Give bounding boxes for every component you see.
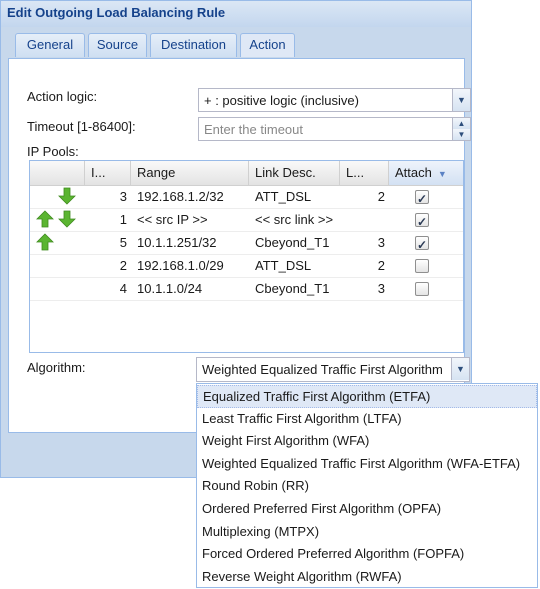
cell-attach xyxy=(389,208,463,231)
cell-attach xyxy=(389,231,463,254)
chevron-down-icon[interactable]: ▼ xyxy=(451,358,469,380)
algorithm-dropdown-list: Equalized Traffic First Algorithm (ETFA)… xyxy=(196,383,538,588)
header-attach[interactable]: Attach ▼ xyxy=(389,161,463,185)
cell-l: 3 xyxy=(377,281,385,296)
move-down-icon[interactable] xyxy=(58,187,76,205)
header-link-desc[interactable]: Link Desc. xyxy=(249,161,340,185)
algorithm-value: Weighted Equalized Traffic First Algorit… xyxy=(202,362,443,377)
cell-l: 3 xyxy=(377,235,385,250)
cell-link-desc: << src link >> xyxy=(255,212,334,227)
algorithm-option[interactable]: Forced Ordered Preferred Algorithm (FOPF… xyxy=(197,543,537,566)
spinner-down-icon[interactable]: ▼ xyxy=(452,129,470,140)
chevron-down-icon[interactable]: ▼ xyxy=(452,89,470,111)
cell-l: 2 xyxy=(377,258,385,273)
cell-attach xyxy=(389,185,463,208)
ip-pools-grid: I... Range Link Desc. L... Attach ▼ 3 192.… xyxy=(29,160,464,353)
tab-general[interactable]: General xyxy=(15,33,85,57)
cell-index: 4 xyxy=(119,281,127,296)
cell-range: 192.168.1.0/29 xyxy=(137,258,224,273)
row-move-arrows xyxy=(30,185,85,208)
table-row[interactable]: 5 10.1.1.251/32 Cbeyond_T1 3 xyxy=(30,231,463,255)
cell-index: 3 xyxy=(119,189,127,204)
move-up-icon[interactable] xyxy=(36,210,54,228)
algorithm-option[interactable]: Weight First Algorithm (WFA) xyxy=(197,430,537,453)
cell-link-desc: Cbeyond_T1 xyxy=(255,235,330,250)
algorithm-option[interactable]: Reverse Weight Algorithm (RWFA) xyxy=(197,566,537,589)
algorithm-select[interactable]: Weighted Equalized Traffic First Algorit… xyxy=(196,357,470,382)
ip-pools-label: IP Pools: xyxy=(27,144,79,159)
algorithm-option[interactable]: Multiplexing (MTPX) xyxy=(197,521,537,544)
header-arrows xyxy=(30,161,85,185)
header-range[interactable]: Range xyxy=(131,161,249,185)
cell-l xyxy=(340,208,389,231)
cell-link-desc: Cbeyond_T1 xyxy=(255,281,330,296)
tab-source[interactable]: Source xyxy=(88,33,147,57)
window-titlebar[interactable]: Edit Outgoing Load Balancing Rule xyxy=(1,1,471,27)
table-row[interactable]: 4 10.1.1.0/24 Cbeyond_T1 3 xyxy=(30,277,463,301)
tab-strip: General Source Destination Action xyxy=(7,29,465,59)
cell-range: 10.1.1.251/32 xyxy=(137,235,217,250)
algorithm-label: Algorithm: xyxy=(27,360,86,375)
row-move-arrows xyxy=(30,231,85,254)
sort-desc-icon: ▼ xyxy=(437,169,447,179)
algorithm-option[interactable]: Weighted Equalized Traffic First Algorit… xyxy=(197,453,537,476)
algorithm-option[interactable]: Ordered Preferred First Algorithm (OPFA) xyxy=(197,498,537,521)
row-move-arrows xyxy=(30,208,85,231)
tab-action[interactable]: Action xyxy=(240,33,295,57)
spinner-up-icon[interactable]: ▲ xyxy=(452,118,470,129)
tab-destination[interactable]: Destination xyxy=(150,33,237,57)
attach-checkbox[interactable] xyxy=(415,259,429,273)
window-title: Edit Outgoing Load Balancing Rule xyxy=(7,5,226,20)
action-logic-select[interactable]: + : positive logic (inclusive) ▼ xyxy=(198,88,471,112)
attach-checkbox[interactable] xyxy=(415,282,429,296)
cell-index: 1 xyxy=(119,212,127,227)
attach-checkbox[interactable] xyxy=(415,188,429,208)
move-up-icon[interactable] xyxy=(36,233,54,251)
cell-range: 192.168.1.2/32 xyxy=(137,189,224,204)
grid-header: I... Range Link Desc. L... Attach ▼ xyxy=(30,161,463,186)
timeout-label: Timeout [1-86400]: xyxy=(27,119,136,134)
action-logic-label: Action logic: xyxy=(27,89,98,104)
cell-range: 10.1.1.0/24 xyxy=(137,281,203,296)
cell-attach xyxy=(389,277,463,300)
header-attach-label: Attach xyxy=(395,165,432,180)
timeout-placeholder: Enter the timeout xyxy=(204,122,303,137)
cell-attach xyxy=(389,254,463,277)
cell-link-desc: ATT_DSL xyxy=(255,258,312,273)
header-l[interactable]: L... xyxy=(340,161,389,185)
attach-checkbox[interactable] xyxy=(415,234,429,254)
cell-index: 5 xyxy=(119,235,127,250)
move-down-icon[interactable] xyxy=(58,210,76,228)
header-index[interactable]: I... xyxy=(85,161,131,185)
attach-checkbox[interactable] xyxy=(415,211,429,231)
cell-index: 2 xyxy=(119,258,127,273)
table-row[interactable]: 1 << src IP >> << src link >> xyxy=(30,208,463,232)
algorithm-option[interactable]: Round Robin (RR) xyxy=(197,475,537,498)
algorithm-option[interactable]: Equalized Traffic First Algorithm (ETFA) xyxy=(197,385,537,408)
action-logic-value: + : positive logic (inclusive) xyxy=(204,93,359,108)
table-row[interactable]: 3 192.168.1.2/32 ATT_DSL 2 xyxy=(30,185,463,209)
cell-l: 2 xyxy=(377,189,385,204)
cell-range: << src IP >> xyxy=(137,212,208,227)
row-move-arrows xyxy=(30,254,85,277)
timeout-input[interactable]: Enter the timeout ▲ ▼ xyxy=(198,117,471,141)
table-row[interactable]: 2 192.168.1.0/29 ATT_DSL 2 xyxy=(30,254,463,278)
cell-link-desc: ATT_DSL xyxy=(255,189,312,204)
row-move-arrows xyxy=(30,277,85,300)
algorithm-option[interactable]: Least Traffic First Algorithm (LTFA) xyxy=(197,408,537,431)
